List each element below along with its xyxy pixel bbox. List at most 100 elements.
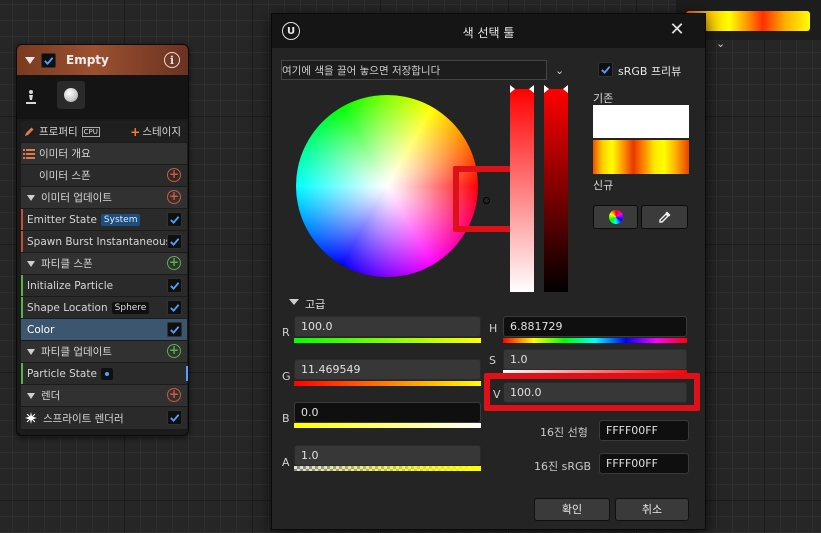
slider-handle[interactable] [510,85,534,93]
advanced-section-label: 고급 [305,298,326,311]
add-module-icon[interactable]: + [167,256,181,270]
color-theme-placeholder: 여기에 색을 끌어 놓으면 저장합니다 [282,65,441,77]
g-gradient [294,381,481,386]
module-enabled-checkbox[interactable] [167,410,182,425]
color-picker-dialog[interactable]: U 색 선택 툴 ✕ 여기에 색을 끌어 놓으면 저장합니다 ⌄ sRGB 프리… [271,13,706,530]
module-particle-state[interactable]: Particle State [21,363,188,384]
emitter-header[interactable]: Empty i [17,45,188,75]
thumbnail-sphere [64,88,78,102]
module-label: Shape Location [27,301,108,314]
emitter-enabled-checkbox[interactable] [41,52,56,68]
module-spawn-burst[interactable]: Spawn Burst Instantaneous [21,231,187,252]
add-module-icon[interactable]: + [167,190,181,204]
emitter-overview-row[interactable]: 이미터 개요 [21,143,187,164]
module-color-bar [21,231,23,252]
emitter-update-label: 이미터 업데이트 [41,192,112,204]
emitter-node[interactable]: Empty i 프로퍼티 CPU + 스테이지 이미터 개요 이미터 스폰 + … [16,44,189,436]
emitter-spawn-label: 이미터 스폰 [39,170,91,182]
channel-label-s: S [489,354,496,367]
module-emitter-state[interactable]: Emitter State System [21,209,187,230]
module-initialize-particle[interactable]: Initialize Particle [21,275,187,296]
hex-srgb-label: 16진 sRGB [534,460,592,473]
properties-stage-row: 프로퍼티 CPU + 스테이지 [21,121,187,142]
pencil-icon [25,127,34,136]
eyedropper-button[interactable] [641,205,688,229]
channel-label-r: R [282,326,290,339]
dialog-title: 색 선택 툴 [462,26,515,40]
module-label: Color [27,323,55,336]
selection-edge [186,366,188,381]
add-module-icon[interactable]: + [167,168,181,182]
particle-state-icon [100,367,113,380]
module-label: Spawn Burst Instantaneous [27,235,172,248]
info-icon[interactable]: i [164,52,180,68]
saturation-slider[interactable] [510,85,534,292]
emitter-update-row[interactable]: 이미터 업데이트 + [21,187,187,208]
particle-spawn-row[interactable]: 파티클 스폰 + [21,253,187,274]
add-module-icon[interactable]: + [167,344,181,358]
module-enabled-checkbox[interactable] [167,300,182,315]
module-label: Initialize Particle [27,279,114,292]
collapse-arrow-icon[interactable] [27,348,35,355]
module-label: Emitter State [27,213,97,226]
module-shape-location[interactable]: Shape Location Sphere [21,297,187,318]
module-enabled-checkbox[interactable] [167,278,182,293]
module-color-selected[interactable]: Color [21,319,187,340]
chevron-down-icon[interactable]: ⌄ [716,37,725,50]
b-input[interactable]: 0.0 [294,402,481,423]
hex-linear-input[interactable]: FFFF00FF [599,420,689,441]
r-gradient [294,338,481,343]
module-color-bar [21,297,23,318]
module-enabled-checkbox[interactable] [167,234,182,249]
module-sprite-renderer[interactable]: 스프라이트 렌더러 [21,407,187,429]
srgb-preview-checkbox[interactable] [598,62,613,77]
add-module-icon[interactable]: + [167,388,181,402]
collapse-arrow-icon[interactable] [25,56,35,64]
collapse-arrow-icon[interactable] [27,392,35,399]
h-input[interactable]: 6.881729 [503,316,687,337]
a-gradient [294,466,481,471]
add-stage-icon[interactable]: + [130,125,140,139]
collapse-arrow-icon[interactable] [27,260,35,267]
chevron-down-icon[interactable]: ⌄ [555,64,567,77]
hex-srgb-input[interactable]: FFFF00FF [599,453,689,474]
module-enabled-checkbox[interactable] [167,322,182,337]
cpu-badge: CPU [81,126,100,137]
properties-label[interactable]: 프로퍼티 [39,124,78,139]
particle-spawn-label: 파티클 스폰 [41,258,93,270]
module-label: 스프라이트 렌더러 [43,412,124,425]
collapse-arrow-icon[interactable] [27,194,35,201]
emitter-thumbnail[interactable] [57,81,85,109]
highlight-box-v-field [484,373,700,411]
old-color-swatch[interactable] [593,105,689,138]
emitter-spawn-row[interactable]: 이미터 스폰 + [21,165,187,186]
s-input[interactable]: 1.0 [503,349,687,370]
channel-label-h: H [489,322,498,335]
new-color-label: 신규 [593,179,614,192]
color-wheel-mode-button[interactable] [593,205,638,229]
module-enabled-checkbox[interactable] [167,212,182,227]
emitter-title: Empty [66,53,109,67]
old-color-label: 기존 [593,92,614,105]
particle-update-row[interactable]: 파티클 업데이트 + [21,341,187,362]
color-wheel-icon [608,210,623,224]
list-icon [23,148,35,159]
render-label: 렌더 [41,390,61,402]
ok-button[interactable]: 확인 [534,498,610,521]
g-input[interactable]: 11.469549 [294,359,481,380]
channel-label-a: A [282,456,290,469]
h-gradient [503,338,687,343]
value-slider[interactable] [544,85,568,292]
advanced-collapse-arrow-icon[interactable] [289,299,299,305]
color-wheel[interactable] [296,95,478,277]
cancel-button[interactable]: 취소 [615,498,689,521]
a-input[interactable]: 1.0 [294,445,481,466]
module-tag: Sphere [111,301,150,314]
r-input[interactable]: 100.0 [294,316,481,337]
render-row[interactable]: 렌더 + [21,385,187,406]
hex-linear-label: 16진 선형 [540,426,588,439]
slider-handle[interactable] [544,85,568,93]
channel-label-b: B [282,412,290,425]
stage-label[interactable]: 스테이지 [142,124,181,139]
close-icon[interactable]: ✕ [666,18,688,42]
